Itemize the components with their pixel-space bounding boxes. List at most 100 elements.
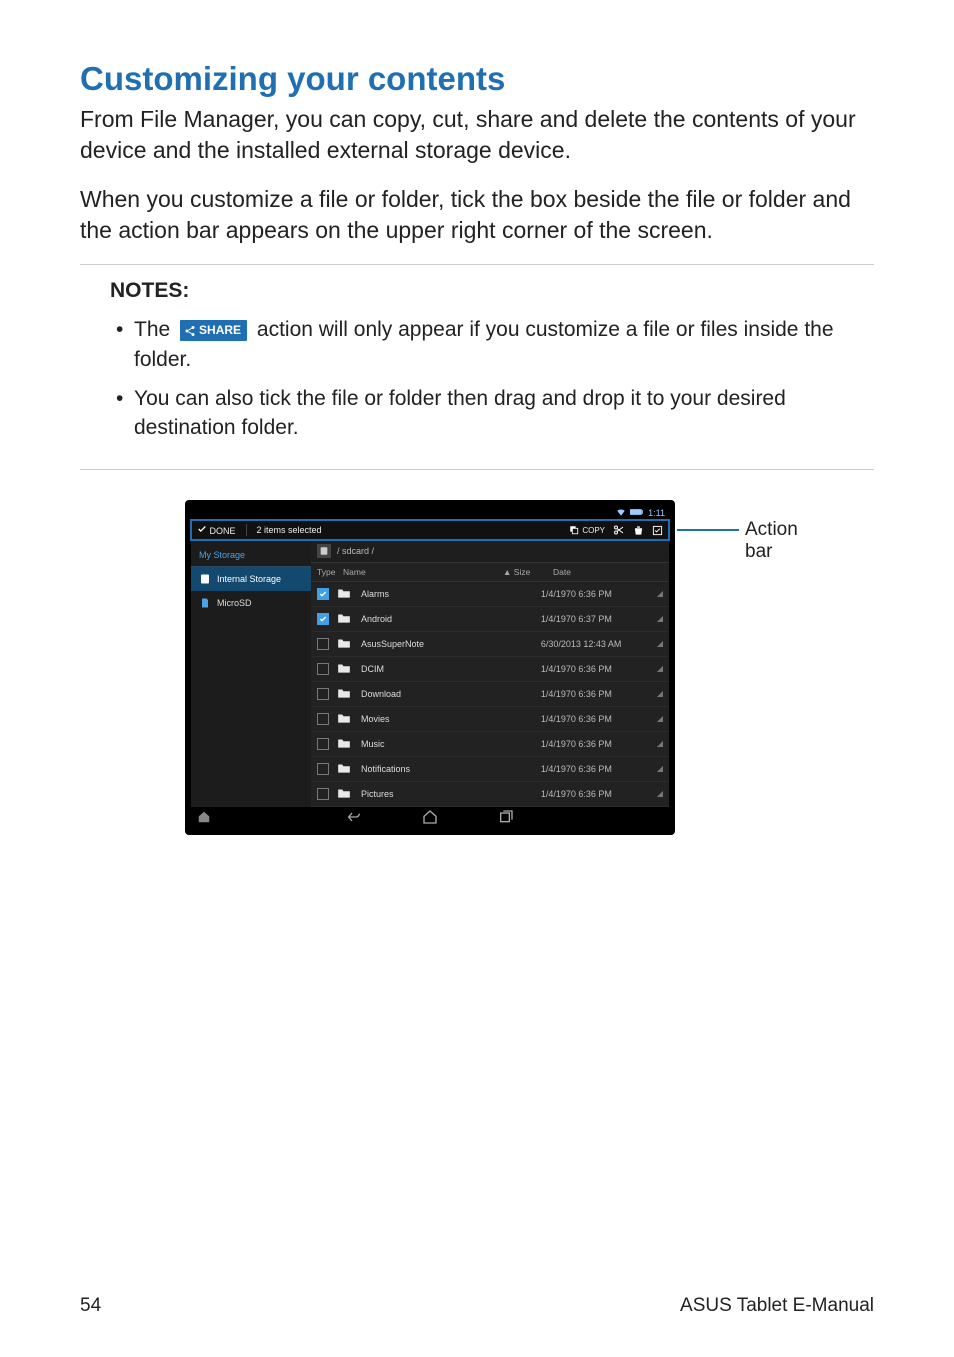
share-chip: SHARE bbox=[180, 320, 247, 341]
row-expand-icon[interactable]: ◢ bbox=[651, 689, 663, 698]
note-2-text: You can also tick the file or folder the… bbox=[134, 384, 874, 443]
delete-button[interactable] bbox=[633, 525, 644, 536]
row-checkbox[interactable] bbox=[317, 763, 329, 775]
sidebar-item-sd[interactable]: MicroSD bbox=[191, 591, 311, 615]
col-date[interactable]: Date bbox=[553, 567, 663, 577]
folder-icon bbox=[337, 762, 351, 776]
select-all-icon bbox=[652, 525, 663, 536]
notes-section: NOTES: • The SHARE action will only appe… bbox=[80, 264, 874, 470]
file-date: 1/4/1970 6:36 PM bbox=[541, 689, 651, 699]
file-date: 1/4/1970 6:36 PM bbox=[541, 764, 651, 774]
table-row[interactable]: Movies1/4/1970 6:36 PM◢ bbox=[311, 707, 669, 732]
nav-bar bbox=[191, 807, 669, 829]
sidebar-item-label: MicroSD bbox=[217, 598, 252, 608]
row-checkbox[interactable] bbox=[317, 688, 329, 700]
file-name: Download bbox=[361, 689, 541, 699]
folder-icon bbox=[337, 637, 351, 651]
table-row[interactable]: Android1/4/1970 6:37 PM◢ bbox=[311, 607, 669, 632]
copy-icon bbox=[569, 525, 579, 535]
path-text: / sdcard / bbox=[337, 546, 374, 556]
file-name: Alarms bbox=[361, 589, 541, 599]
scissors-icon bbox=[613, 524, 625, 536]
row-expand-icon[interactable]: ◢ bbox=[651, 664, 663, 673]
status-bar: 1:11 bbox=[191, 506, 669, 520]
table-row[interactable]: Pictures1/4/1970 6:36 PM◢ bbox=[311, 782, 669, 807]
done-button[interactable]: DONE bbox=[197, 524, 236, 536]
folder-icon bbox=[337, 687, 351, 701]
path-root-icon[interactable] bbox=[317, 544, 331, 558]
recent-icon bbox=[498, 809, 514, 825]
row-checkbox[interactable] bbox=[317, 738, 329, 750]
nav-recent[interactable] bbox=[498, 809, 514, 827]
sidebar-item-internal[interactable]: Internal Storage bbox=[191, 567, 311, 591]
callout-label: Action bar bbox=[745, 519, 798, 563]
row-expand-icon[interactable]: ◢ bbox=[651, 739, 663, 748]
home-icon bbox=[197, 810, 211, 824]
folder-icon bbox=[337, 712, 351, 726]
row-expand-icon[interactable]: ◢ bbox=[651, 764, 663, 773]
row-checkbox[interactable] bbox=[317, 588, 329, 600]
table-row[interactable]: Music1/4/1970 6:36 PM◢ bbox=[311, 732, 669, 757]
callout-line bbox=[677, 529, 739, 531]
row-checkbox[interactable] bbox=[317, 638, 329, 650]
col-size[interactable]: ▲ Size bbox=[503, 567, 553, 577]
row-checkbox[interactable] bbox=[317, 713, 329, 725]
file-name: DCIM bbox=[361, 664, 541, 674]
status-time: 1:11 bbox=[648, 508, 665, 518]
note-item-2: • You can also tick the file or folder t… bbox=[116, 384, 874, 443]
storage-icon bbox=[199, 573, 211, 585]
selection-count: 2 items selected bbox=[257, 525, 322, 535]
sdcard-icon bbox=[199, 597, 211, 609]
col-name[interactable]: Name bbox=[343, 567, 503, 577]
copy-label: COPY bbox=[582, 526, 605, 535]
row-checkbox[interactable] bbox=[317, 788, 329, 800]
back-icon bbox=[346, 809, 362, 825]
sidebar-title: My Storage bbox=[191, 546, 311, 567]
table-row[interactable]: AsusSuperNote6/30/2013 12:43 AM◢ bbox=[311, 632, 669, 657]
path-bar[interactable]: / sdcard / bbox=[311, 540, 669, 563]
trash-icon bbox=[633, 525, 644, 536]
row-checkbox[interactable] bbox=[317, 613, 329, 625]
action-bar: DONE 2 items selected COPY bbox=[191, 520, 669, 540]
sidebar-item-label: Internal Storage bbox=[217, 574, 281, 584]
select-all-button[interactable] bbox=[652, 525, 663, 536]
page-heading: Customizing your contents bbox=[80, 60, 874, 98]
file-name: Android bbox=[361, 614, 541, 624]
row-expand-icon[interactable]: ◢ bbox=[651, 789, 663, 798]
copy-button[interactable]: COPY bbox=[569, 525, 605, 535]
table-row[interactable]: DCIM1/4/1970 6:36 PM◢ bbox=[311, 657, 669, 682]
table-row[interactable]: Alarms1/4/1970 6:36 PM◢ bbox=[311, 582, 669, 607]
check-icon bbox=[197, 524, 207, 534]
share-chip-label: SHARE bbox=[199, 322, 241, 339]
folder-icon bbox=[337, 587, 351, 601]
bullet-icon: • bbox=[116, 384, 134, 413]
file-name: Music bbox=[361, 739, 541, 749]
nav-home[interactable] bbox=[422, 809, 438, 827]
row-expand-icon[interactable]: ◢ bbox=[651, 589, 663, 598]
cut-button[interactable] bbox=[613, 524, 625, 536]
table-row[interactable]: Notifications1/4/1970 6:36 PM◢ bbox=[311, 757, 669, 782]
file-date: 1/4/1970 6:36 PM bbox=[541, 789, 651, 799]
bullet-icon: • bbox=[116, 315, 134, 344]
row-expand-icon[interactable]: ◢ bbox=[651, 639, 663, 648]
battery-icon bbox=[630, 508, 644, 518]
col-type[interactable]: Type bbox=[317, 567, 343, 577]
screenshot-figure: Action bar 1:11 DONE bbox=[157, 500, 797, 835]
notes-title: NOTES: bbox=[110, 279, 874, 303]
file-date: 1/4/1970 6:37 PM bbox=[541, 614, 651, 624]
home-outline-icon bbox=[422, 809, 438, 825]
row-expand-icon[interactable]: ◢ bbox=[651, 614, 663, 623]
file-date: 1/4/1970 6:36 PM bbox=[541, 589, 651, 599]
done-label: DONE bbox=[210, 526, 236, 536]
note-1-pre: The bbox=[134, 318, 170, 341]
intro-paragraph-1: From File Manager, you can copy, cut, sh… bbox=[80, 104, 874, 166]
nav-back[interactable] bbox=[346, 809, 362, 827]
note-item-1: • The SHARE action will only appear if y… bbox=[116, 315, 874, 374]
table-row[interactable]: Download1/4/1970 6:36 PM◢ bbox=[311, 682, 669, 707]
file-date: 1/4/1970 6:36 PM bbox=[541, 664, 651, 674]
intro-paragraph-2: When you customize a file or folder, tic… bbox=[80, 184, 874, 246]
row-checkbox[interactable] bbox=[317, 663, 329, 675]
column-header[interactable]: Type Name ▲ Size Date bbox=[311, 563, 669, 582]
row-expand-icon[interactable]: ◢ bbox=[651, 714, 663, 723]
home-shortcut[interactable] bbox=[197, 810, 211, 827]
